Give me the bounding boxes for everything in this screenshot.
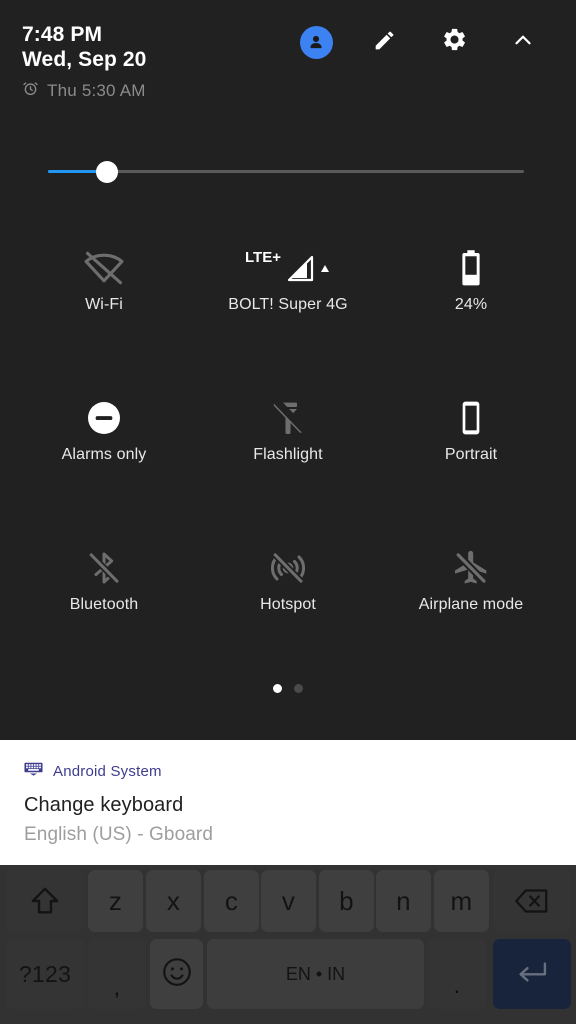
tile-hotspot[interactable]: Hotspot [208,540,368,650]
tile-label: Airplane mode [418,596,524,613]
key-v[interactable]: v [261,870,316,932]
key-c[interactable]: c [204,870,259,932]
brightness-thumb[interactable] [96,161,118,183]
notification-title: Change keyboard [24,794,184,816]
tile-label: Bluetooth [69,596,139,613]
edit-tiles-button[interactable] [365,22,405,62]
settings-button[interactable] [434,22,474,62]
tile-wifi[interactable]: Wi-Fi [24,240,184,350]
screen-rotation-lock-icon [451,390,491,446]
notification-change-keyboard[interactable]: Android System Change keyboard English (… [0,740,576,865]
airplane-off-icon [451,540,491,596]
enter-return-icon [513,956,551,993]
page-dot-1[interactable] [273,684,282,693]
quick-settings-header: 7:48 PM Wed, Sep 20 Thu 5:30 AM [0,0,576,110]
quick-settings-panel: 7:48 PM Wed, Sep 20 Thu 5:30 AM Wi-Fi LT… [0,0,576,740]
tile-label: Wi-Fi [85,296,123,313]
tile-label: BOLT! Super 4G [228,296,348,313]
page-indicator [0,684,576,693]
tile-battery[interactable]: 24% [391,240,551,350]
key-label: ?123 [18,960,72,987]
key-n[interactable]: n [376,870,431,932]
key-label: z [108,885,123,916]
battery-icon [449,240,493,296]
tile-label: Hotspot [260,596,316,613]
brightness-slider[interactable] [48,161,524,183]
collapse-button[interactable] [503,22,543,62]
next-alarm[interactable]: Thu 5:30 AM [22,80,146,102]
period-key[interactable]: . [428,939,486,1009]
key-z[interactable]: z [88,870,143,932]
emoji-smiley-icon [160,955,194,994]
alarm-clock-icon [22,80,39,102]
flashlight-off-icon [268,390,308,446]
notification-app-name: Android System [53,763,162,780]
wifi-off-icon [82,240,126,296]
page-dot-2[interactable] [294,684,303,693]
key-label: . [453,973,461,998]
gear-icon [441,26,468,58]
key-label: v [281,885,296,916]
bluetooth-off-icon [84,540,124,596]
key-m[interactable]: m [434,870,489,932]
tile-auto-rotate[interactable]: Portrait [391,390,551,500]
comma-key[interactable]: , [88,939,146,1009]
notification-app-row: Android System [24,762,162,781]
do-not-disturb-icon [84,390,124,446]
status-date: Wed, Sep 20 [22,48,147,71]
lte-badge-label: LTE+ [245,249,281,266]
key-x[interactable]: x [146,870,201,932]
key-label: m [450,885,473,916]
key-label: n [396,885,411,916]
on-screen-keyboard: z x c v b n m ?123 , EN • IN . [0,865,576,1024]
tile-mobile-data[interactable]: LTE+ BOLT! Super 4G [208,240,368,350]
shift-key[interactable] [6,870,84,932]
key-label: , [113,975,121,1000]
signal-cellular-icon: LTE+ [245,240,331,296]
key-label: b [339,885,354,916]
user-avatar[interactable] [296,22,336,62]
hotspot-off-icon [268,540,308,596]
key-b[interactable]: b [319,870,374,932]
tile-label: 24% [454,296,488,313]
pencil-icon [372,27,398,58]
key-label: EN • IN [285,963,346,984]
alarm-time-label: Thu 5:30 AM [47,81,146,100]
backspace-key[interactable] [493,870,571,932]
brightness-track [48,170,524,173]
clock-date-block[interactable]: 7:48 PM Wed, Sep 20 [22,22,146,72]
tile-airplane-mode[interactable]: Airplane mode [391,540,551,650]
keyboard-icon [24,762,43,781]
tile-label: Portrait [444,446,498,463]
enter-key[interactable] [493,939,571,1009]
status-time: 7:48 PM [22,23,103,46]
tile-do-not-disturb[interactable]: Alarms only [24,390,184,500]
notification-subtitle: English (US) - Gboard [24,824,214,845]
tile-bluetooth[interactable]: Bluetooth [24,540,184,650]
emoji-key[interactable] [150,939,203,1009]
tile-label: Alarms only [61,446,147,463]
chevron-up-icon [510,27,536,58]
key-label: c [224,885,239,916]
key-label: x [166,885,181,916]
symbols-key[interactable]: ?123 [6,939,84,1009]
tile-flashlight[interactable]: Flashlight [208,390,368,500]
tile-label: Flashlight [253,446,323,463]
avatar [299,25,333,59]
space-key[interactable]: EN • IN [207,939,424,1009]
